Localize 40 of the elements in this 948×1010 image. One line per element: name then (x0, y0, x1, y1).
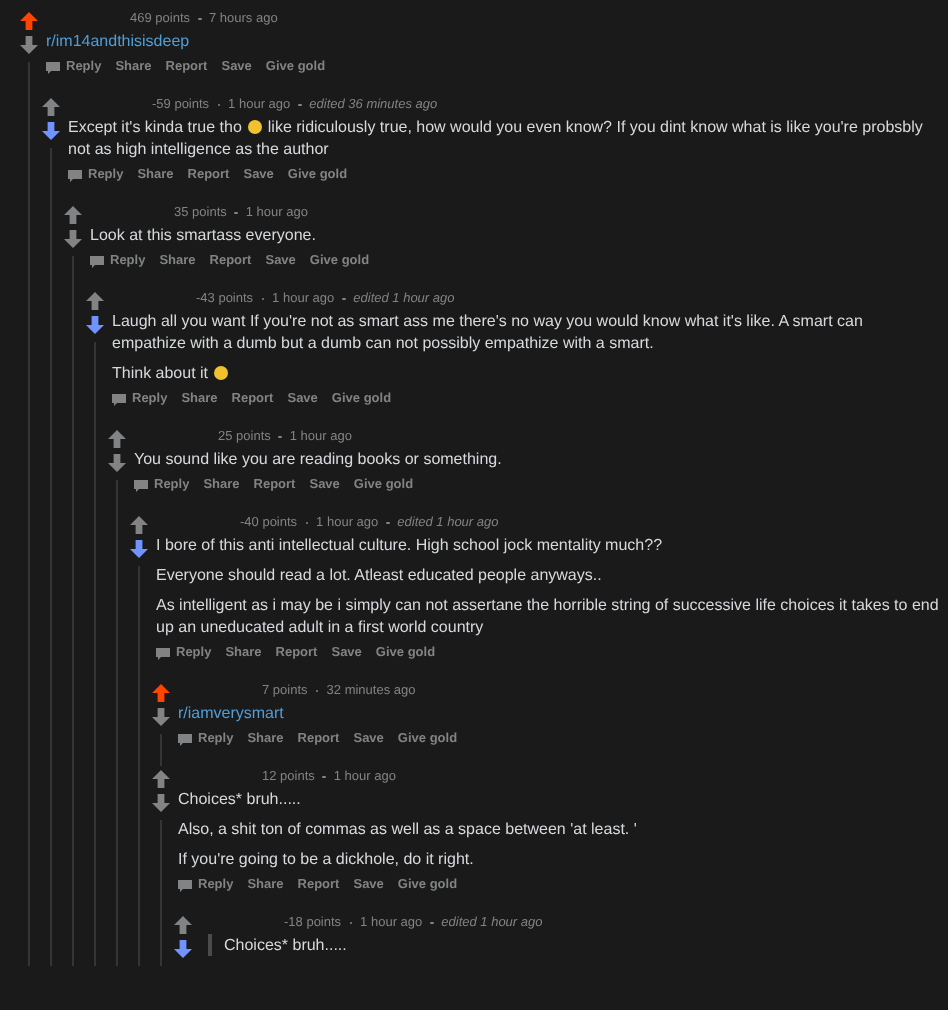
comment-text: Also, a shit ton of commas as well as a space between 'at least. ' (178, 818, 639, 840)
upvote-arrow-icon[interactable] (107, 430, 125, 448)
downvote-arrow-icon[interactable] (151, 708, 169, 726)
downvote-arrow-icon[interactable] (63, 230, 81, 248)
upvote-arrow-icon[interactable] (85, 292, 103, 310)
downvote-arrow-icon[interactable] (19, 36, 37, 54)
comment-text: Choices* bruh..... (178, 788, 303, 810)
downvote-arrow-icon[interactable] (41, 122, 59, 140)
chat-icon (178, 733, 192, 745)
downvote-arrow-icon[interactable] (107, 454, 125, 472)
chat-icon (68, 169, 82, 181)
chat-icon (112, 393, 126, 405)
comment-text: Look at this smartass everyone. (90, 224, 318, 246)
downvote-arrow-icon[interactable] (85, 316, 103, 334)
chat-icon (178, 879, 192, 891)
upvote-arrow-icon[interactable] (129, 516, 147, 534)
chat-icon (90, 255, 104, 267)
comment-text: As intelligent as i may be i simply can not assertane the horrible string of successive life choices it takes to end up an uneducated adult in a first world country (156, 594, 940, 638)
chat-icon (134, 479, 148, 491)
comment-text: Think about it (112, 362, 940, 384)
upvote-arrow-icon[interactable] (19, 12, 37, 30)
quoted-text: Choices* bruh..... (208, 934, 940, 956)
upvote-arrow-icon[interactable] (41, 98, 59, 116)
subreddit-link[interactable]: r/im14andthisisdeep (46, 32, 190, 50)
upvote-arrow-icon[interactable] (151, 770, 169, 788)
upvote-arrow-icon[interactable] (151, 684, 169, 702)
subreddit-link[interactable]: r/iamverysmart (178, 704, 284, 722)
downvote-arrow-icon[interactable] (173, 940, 191, 958)
chat-icon (156, 647, 170, 659)
chat-icon (46, 61, 60, 73)
comment-text: Everyone should read a lot. Atleast educated people anyways.. (156, 564, 604, 586)
comment-text: You sound like you are reading books or something. (134, 448, 504, 470)
comment-text: Except it's kinda true tho like ridiculously true, how would you even know? If you dint know what is like you're probsbly not as high intelligence as the author (68, 116, 925, 160)
comment-text: Laugh all you want If you're not as smart ass me there's no way you would know what it's like. A smart can empathize with a dumb but a dumb can not possibly empathize with a smart. (112, 310, 865, 354)
downvote-arrow-icon[interactable] (129, 540, 147, 558)
upvote-arrow-icon[interactable] (173, 916, 191, 934)
comment-text: I bore of this anti intellectual culture. High school jock mentality much?? (156, 534, 665, 556)
downvote-arrow-icon[interactable] (151, 794, 169, 812)
upvote-arrow-icon[interactable] (63, 206, 81, 224)
comment-text: If you're going to be a dickhole, do it right. (178, 848, 476, 870)
